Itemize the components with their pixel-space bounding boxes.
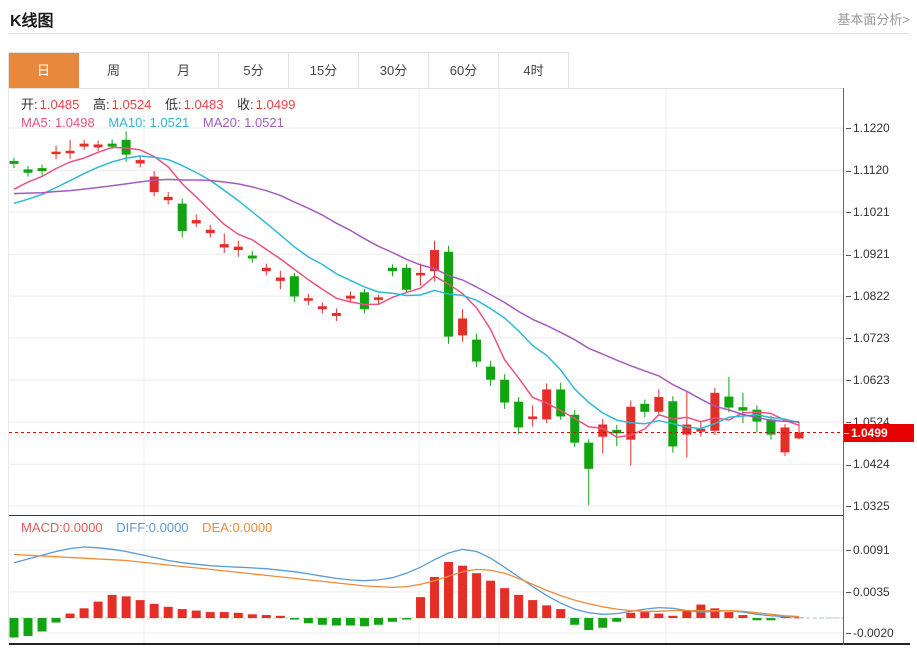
tab-4hour[interactable]: 4时 (499, 53, 569, 89)
macd-y-axis-label: 0.0091 (846, 543, 890, 557)
macd-value: MACD:0.0000 (21, 520, 103, 535)
tab-30min[interactable]: 30分 (359, 53, 429, 89)
main-chart-svg[interactable] (9, 89, 844, 515)
bottom-border (9, 643, 910, 645)
y-axis-label: 1.0424 (846, 457, 890, 471)
tab-day[interactable]: 日 (9, 53, 79, 89)
current-price-tag: 1.0499 (844, 424, 914, 442)
macd-y-axis-label: 0.0035 (846, 585, 890, 599)
low-label: 低: (165, 97, 182, 112)
macd-chart-svg[interactable] (9, 516, 844, 643)
high-label: 高: (93, 97, 110, 112)
open-value: 1.0485 (40, 97, 80, 112)
dea-value: DEA:0.0000 (202, 520, 272, 535)
y-axis-label: 1.0623 (846, 373, 890, 387)
y-axis-label: 1.1120 (846, 163, 889, 177)
page-title: K线图 (10, 7, 54, 31)
y-axis-label: 1.1220 (846, 121, 890, 135)
tab-month[interactable]: 月 (149, 53, 219, 89)
ma-legend: MA5: 1.0498 MA10: 1.0521 MA20: 1.0521 (21, 115, 294, 130)
chart-area: 开:1.0485 高:1.0524 低:1.0483 收:1.0499 MA5:… (8, 89, 844, 645)
y-axis: 1.0499 1.1220 1.1120 1.1021 1.0921 1.0822 1.0… (844, 89, 916, 645)
close-value: 1.0499 (256, 97, 296, 112)
y-axis-label: 1.0822 (846, 289, 890, 303)
ma5-value: MA5: 1.0498 (21, 115, 95, 130)
close-label: 收: (237, 97, 254, 112)
low-value: 1.0483 (184, 97, 224, 112)
high-value: 1.0524 (112, 97, 152, 112)
y-axis-label: 1.0325 (846, 499, 890, 513)
diff-value: DIFF:0.0000 (116, 520, 188, 535)
header-divider (8, 33, 909, 34)
tab-60min[interactable]: 60分 (429, 53, 499, 89)
y-axis-label: 1.0723 (846, 331, 890, 345)
open-label: 开: (21, 97, 38, 112)
kline-tab-bar: 日周月5分15分30分60分4时 (8, 52, 569, 89)
tab-5min[interactable]: 5分 (219, 53, 289, 89)
fundamental-analysis-link[interactable]: 基本面分析> (837, 9, 910, 28)
kline-page: K线图 基本面分析> 日周月5分15分30分60分4时 开:1.0485 高:1… (0, 0, 917, 649)
tab-15min[interactable]: 15分 (289, 53, 359, 89)
macd-y-axis-label: -0.0020 (846, 626, 894, 640)
tab-week[interactable]: 周 (79, 53, 149, 89)
ma10-value: MA10: 1.0521 (108, 115, 189, 130)
y-axis-label: 1.1021 (846, 205, 890, 219)
macd-legend: MACD:0.0000 DIFF:0.0000 DEA:0.0000 (21, 520, 282, 535)
ma20-value: MA20: 1.0521 (203, 115, 284, 130)
y-axis-label: 1.0921 (846, 247, 890, 261)
ohlc-legend: 开:1.0485 高:1.0524 低:1.0483 收:1.0499 (21, 94, 305, 113)
